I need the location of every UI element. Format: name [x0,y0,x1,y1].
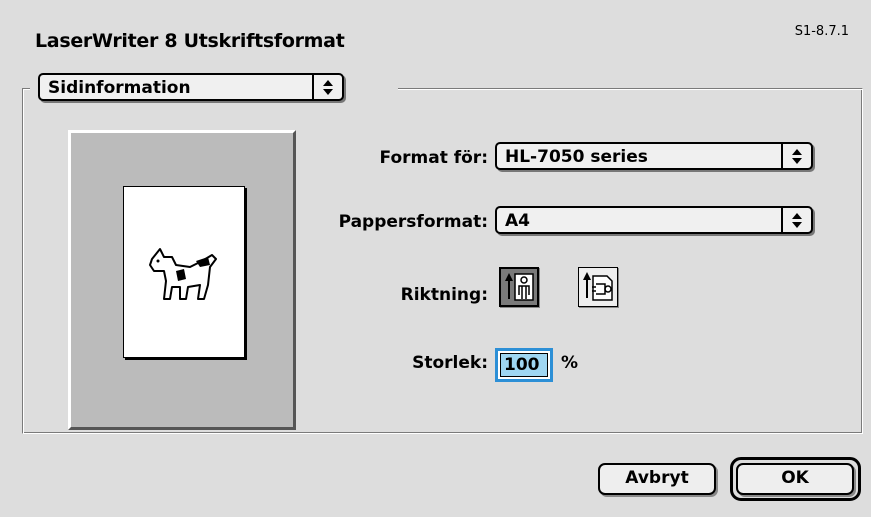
scale-unit: % [561,353,579,373]
page-setup-dialog: LaserWriter 8 Utskriftsformat S1-8.7.1 S… [0,0,871,517]
scale-input[interactable]: 100 [495,348,553,382]
orientation-label: Riktning: [400,285,488,305]
cancel-button[interactable]: Avbryt [598,463,716,495]
paper-preview [123,186,245,358]
format-for-popup[interactable]: HL-7050 series [495,142,813,170]
section-popup[interactable]: Sidinformation [38,73,344,101]
page-preview [68,130,296,430]
clarus-dogcow-icon [149,248,217,300]
updown-arrows-icon [312,75,342,99]
version-label: S1-8.7.1 [794,24,849,39]
paper-size-value: A4 [505,211,530,231]
dialog-title: LaserWriter 8 Utskriftsformat [35,30,345,52]
ok-button[interactable]: OK [736,463,854,495]
section-popup-value: Sidinformation [48,78,191,98]
scale-label: Storlek: [412,353,488,373]
paper-size-label: Pappersformat: [338,212,488,232]
paper-size-popup[interactable]: A4 [495,206,813,234]
portrait-orientation-button[interactable] [499,267,539,307]
format-for-value: HL-7050 series [505,147,648,167]
landscape-orientation-button[interactable] [578,267,618,307]
updown-arrows-icon [781,144,811,168]
portrait-orientation-icon [505,273,534,301]
format-for-label: Format för: [379,148,488,168]
updown-arrows-icon [781,208,811,232]
landscape-orientation-icon [583,272,613,301]
scale-value: 100 [500,353,548,377]
